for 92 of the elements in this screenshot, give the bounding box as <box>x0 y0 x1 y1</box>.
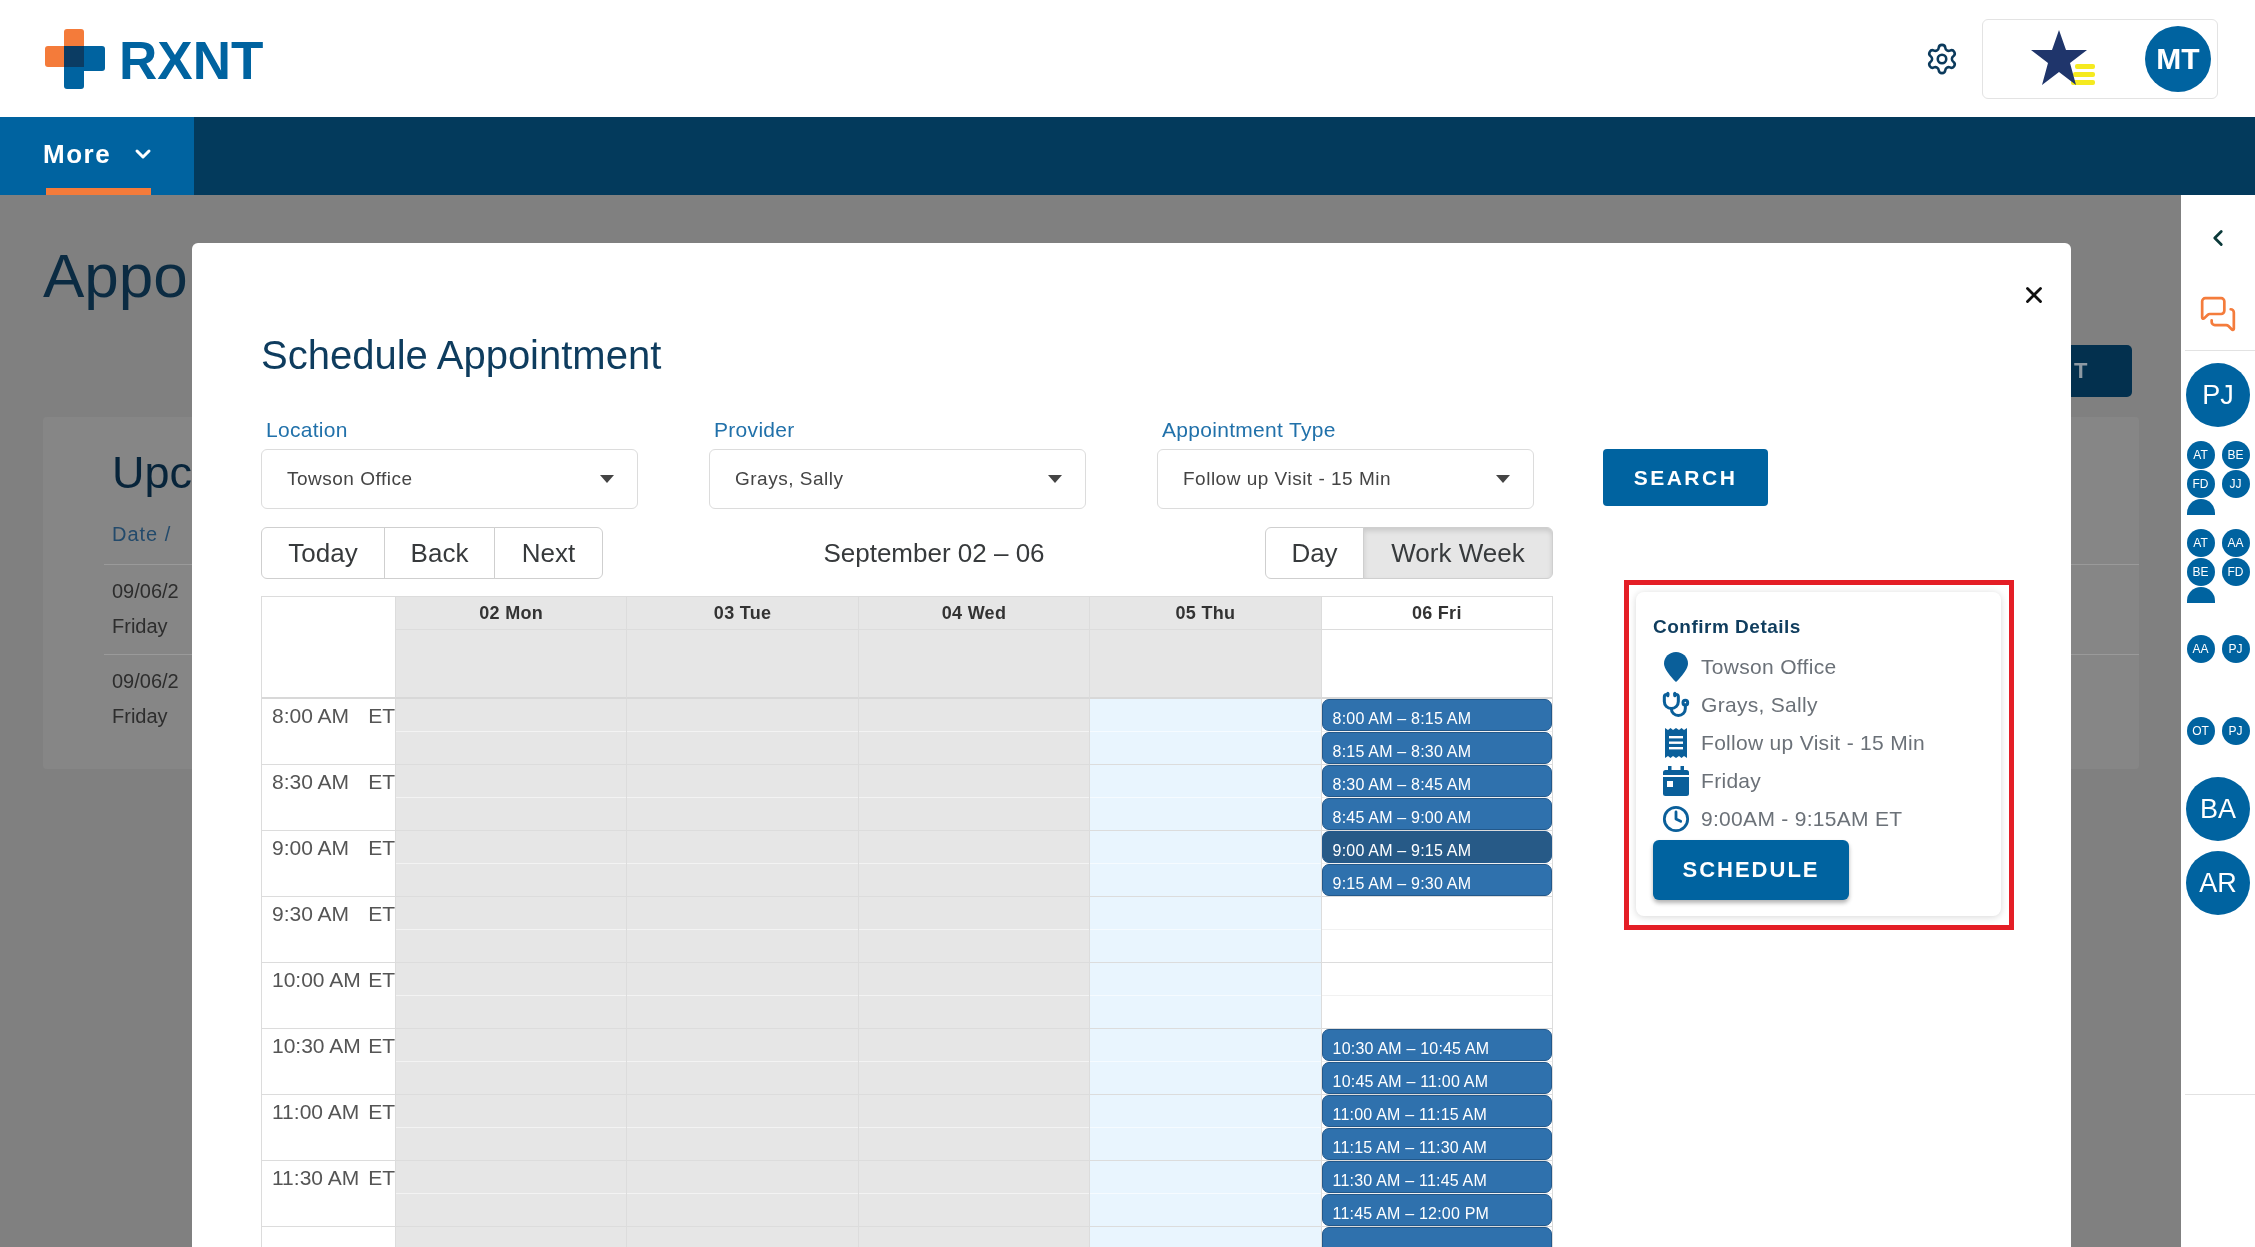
avatar-circle[interactable]: BE <box>2186 558 2215 586</box>
time-zone-label: ET <box>368 902 395 926</box>
day-label: 03 Tue <box>713 602 772 624</box>
chat-icon[interactable] <box>2199 295 2237 333</box>
logo-cross-icon <box>45 28 105 89</box>
calendar-icon <box>1663 766 1689 796</box>
day-label: 05 Thu <box>1175 602 1236 624</box>
dropdown-field[interactable]: Grays, Sally <box>709 449 1086 509</box>
time-label: 9:30 AM <box>272 902 350 926</box>
time-slot-button[interactable]: 10:45 AM – 11:00 AM <box>1321 1062 1552 1094</box>
avatar-circle[interactable]: OT <box>2186 717 2215 745</box>
date-text: 09/06/2 <box>112 669 179 693</box>
time-slot-button[interactable]: 8:30 AM – 8:45 AM <box>1321 765 1552 797</box>
day-label: 04 Wed <box>941 602 1007 624</box>
time-label: 10:00 AM <box>272 968 361 992</box>
avatar-circle[interactable]: BE <box>2221 441 2250 469</box>
logo-text: RXNT <box>119 34 264 87</box>
schedule-button[interactable]: SCHEDULE <box>1653 840 1849 900</box>
column-header: Date / <box>112 522 172 546</box>
avatar-circle[interactable]: AA <box>2186 635 2215 663</box>
avatar-circle[interactable]: AT <box>2186 441 2215 469</box>
time-slot-button[interactable]: 11:45 AM – 12:00 PM <box>1321 1194 1552 1226</box>
calendar-nav-button[interactable]: Next <box>494 527 603 579</box>
dropdown-field[interactable]: Towson Office <box>261 449 638 509</box>
day-label: 02 Mon <box>479 602 544 624</box>
view-tab[interactable]: Work Week <box>1363 527 1553 579</box>
calendar-nav-button[interactable]: Today <box>261 527 385 579</box>
calendar-nav-button[interactable]: Back <box>384 527 495 579</box>
time-label: 8:30 AM <box>272 770 350 794</box>
stethoscope-icon <box>1662 691 1690 719</box>
time-label: 11:00 AM <box>272 1100 360 1124</box>
date-text: 09/06/2 <box>112 579 179 603</box>
search-button[interactable]: SEARCH <box>1603 449 1768 506</box>
time-slot-button[interactable]: 9:15 AM – 9:30 AM <box>1321 864 1552 896</box>
date-range-label: September 02 – 06 <box>823 537 1045 569</box>
avatar-circle[interactable]: PJ <box>2221 635 2250 663</box>
day-label: 06 Fri <box>1411 602 1462 624</box>
detail-text: Friday <box>1701 769 1762 793</box>
action-button[interactable]: T <box>2071 345 2132 397</box>
time-slot-button[interactable]: 11:00 AM – 11:15 AM <box>1321 1095 1552 1127</box>
time-zone-label: ET <box>368 704 395 728</box>
avatar-circle[interactable]: AT <box>2186 529 2215 557</box>
clock-icon <box>1662 805 1690 833</box>
caret-icon <box>1496 475 1510 483</box>
confirm-title: Confirm Details <box>1653 616 1801 638</box>
caret-icon <box>1048 475 1062 483</box>
dropdown-field[interactable]: Follow up Visit - 15 Min <box>1157 449 1534 509</box>
time-label: 8:00 AM <box>272 704 350 728</box>
time-slot-button[interactable]: 8:45 AM – 9:00 AM <box>1321 798 1552 830</box>
time-label: 9:00 AM <box>272 836 350 860</box>
field-label: Appointment Type <box>1162 418 1336 442</box>
time-slot-button[interactable]: 11:30 AM – 11:45 AM <box>1321 1161 1552 1193</box>
detail-text: Towson Office <box>1701 655 1837 679</box>
detail-text: 9:00AM - 9:15AM ET <box>1701 807 1903 831</box>
detail-text: Grays, Sally <box>1701 693 1818 717</box>
view-tab[interactable]: Day <box>1265 527 1364 579</box>
time-slot-button[interactable]: 8:15 AM – 8:30 AM <box>1321 732 1552 764</box>
field-label: Provider <box>714 418 795 442</box>
avatar-circle[interactable]: AR <box>2186 851 2250 915</box>
receipt-icon <box>1665 728 1687 758</box>
time-zone-label: ET <box>368 1034 395 1058</box>
avatar-circle[interactable]: MT <box>2145 25 2211 92</box>
field-label: Location <box>266 418 348 442</box>
time-zone-label: ET <box>368 1166 395 1190</box>
settings-icon[interactable] <box>1925 41 1959 76</box>
time-slot-button[interactable]: 9:00 AM – 9:15 AM <box>1321 831 1552 863</box>
time-zone-label: ET <box>368 836 395 860</box>
avatar-circle[interactable]: FD <box>2186 470 2215 498</box>
avatar-circle[interactable]: PJ <box>2221 717 2250 745</box>
avatar-circle[interactable]: JJ <box>2221 470 2250 498</box>
avatar-circle[interactable]: BA <box>2186 777 2250 841</box>
avatar-circle[interactable]: AA <box>2221 529 2250 557</box>
time-zone-label: ET <box>368 968 395 992</box>
card-title: Upc <box>112 447 193 499</box>
time-label: 11:30 AM <box>272 1166 360 1190</box>
time-zone-label: ET <box>368 770 395 794</box>
map-pin-icon <box>1664 652 1688 682</box>
page-title: Appo <box>43 240 188 312</box>
time-zone-label: ET <box>368 1100 395 1124</box>
avatar-circle[interactable]: PJ <box>2186 363 2250 427</box>
caret-icon <box>600 475 614 483</box>
time-slot-button[interactable]: 11:15 AM – 11:30 AM <box>1321 1128 1552 1160</box>
modal-title: Schedule Appointment <box>261 332 662 379</box>
nav-tab[interactable]: More <box>0 117 194 195</box>
detail-text: Follow up Visit - 15 Min <box>1701 731 1925 755</box>
day-text: Friday <box>112 704 168 728</box>
time-slot-button[interactable]: 10:30 AM – 10:45 AM <box>1321 1029 1552 1061</box>
day-text: Friday <box>112 614 168 638</box>
time-slot-button[interactable]: 8:00 AM – 8:15 AM <box>1321 699 1552 731</box>
avatar-circle[interactable]: FD <box>2221 558 2250 586</box>
user-menu[interactable]: MT <box>1982 18 2218 99</box>
time-label: 10:30 AM <box>272 1034 361 1058</box>
